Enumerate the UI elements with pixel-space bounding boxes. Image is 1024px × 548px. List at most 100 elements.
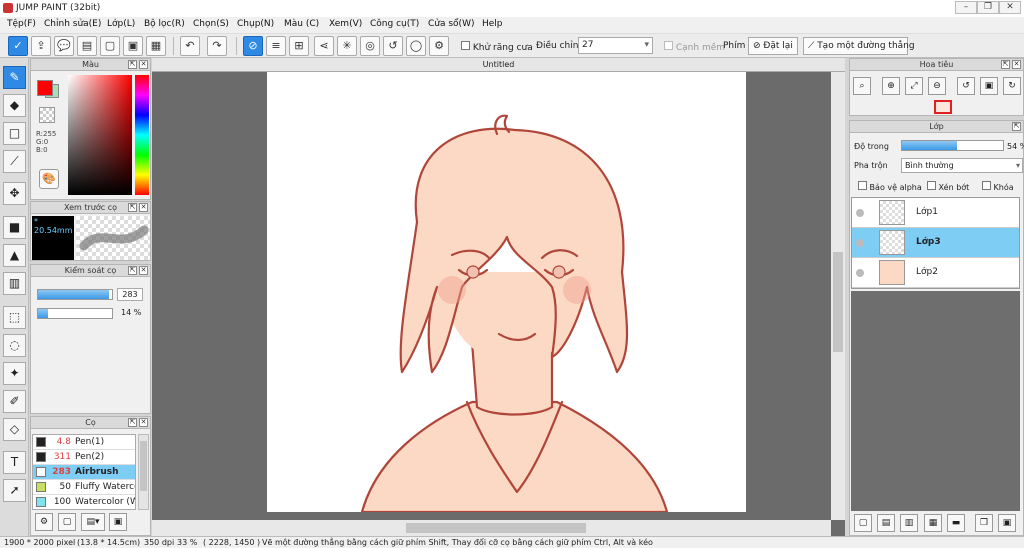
close-icon[interactable]: ✕ xyxy=(139,60,148,69)
float-icon[interactable]: ⇱ xyxy=(128,203,137,212)
transparent-color-swatch[interactable] xyxy=(39,107,55,123)
redo-icon[interactable]: ↷ xyxy=(207,36,227,56)
fill-rect-tool-icon[interactable]: ■ xyxy=(3,216,26,239)
scrollbar-thumb[interactable] xyxy=(833,252,843,352)
blend-mode-select[interactable]: Bình thường ▾ xyxy=(901,158,1023,173)
delete-layer-icon[interactable]: ▣ xyxy=(998,514,1016,532)
brush-item-fluffy-watercolor[interactable]: 50Fluffy Watercolor xyxy=(33,480,135,495)
close-icon[interactable]: ✕ xyxy=(139,418,148,427)
zoom-search-icon[interactable]: ⌕ xyxy=(853,77,871,95)
clip-checkbox[interactable] xyxy=(927,181,936,190)
close-icon[interactable]: ✕ xyxy=(1012,60,1021,69)
radial-ruler-icon[interactable]: ✳ xyxy=(337,36,357,56)
fit-screen-icon[interactable]: ⤢ xyxy=(905,77,923,95)
minimize-button[interactable]: – xyxy=(955,1,977,14)
gradient-tool-icon[interactable]: ▥ xyxy=(3,272,26,295)
check-icon[interactable]: ✓ xyxy=(8,36,28,56)
rectangle-tool-icon[interactable]: □ xyxy=(3,122,26,145)
perspective-ruler-icon[interactable]: ⋖ xyxy=(314,36,334,56)
new-brush-icon[interactable]: ▢ xyxy=(58,513,76,531)
correction-select[interactable]: 27 ▾ xyxy=(578,37,653,54)
navigator-viewport[interactable] xyxy=(934,100,952,114)
menu-select[interactable]: Chọn(S) xyxy=(193,19,229,29)
antialias-checkbox[interactable] xyxy=(461,41,470,50)
float-icon[interactable]: ⇱ xyxy=(128,266,137,275)
brush-menu-icon[interactable]: ▤▾ xyxy=(81,513,105,531)
eraser-tool-icon[interactable]: ◆ xyxy=(3,94,26,117)
rotate-right-icon[interactable]: ↻ xyxy=(1003,77,1021,95)
float-icon[interactable]: ⇱ xyxy=(1012,122,1021,131)
visibility-icon[interactable] xyxy=(856,239,864,247)
float-icon[interactable]: ⇱ xyxy=(1001,60,1010,69)
parallel-lines-icon[interactable]: ≡ xyxy=(266,36,286,56)
ellipse-ruler-icon[interactable]: ◯ xyxy=(406,36,426,56)
protect-alpha-checkbox[interactable] xyxy=(858,181,867,190)
document-tab[interactable]: Untitled xyxy=(152,58,845,72)
settings-icon[interactable]: ⚙ xyxy=(429,36,449,56)
brush-item-watercolor[interactable]: 100 Watercolor (W xyxy=(33,495,135,509)
brush-item-pen2[interactable]: 311 Pen(2) xyxy=(33,450,135,465)
magic-wand-tool-icon[interactable]: ✦ xyxy=(3,362,26,385)
primary-color-swatch[interactable] xyxy=(37,80,53,96)
lock-checkbox[interactable] xyxy=(982,181,991,190)
rotate-left-icon[interactable]: ↺ xyxy=(957,77,975,95)
select-pen-tool-icon[interactable]: ✐ xyxy=(3,390,26,413)
move-tool-icon[interactable]: ✥ xyxy=(3,182,26,205)
brush-size-input[interactable]: 283 xyxy=(117,288,143,301)
document-icon[interactable]: ▢ xyxy=(100,36,120,56)
share-icon[interactable]: ⇪ xyxy=(31,36,51,56)
menu-help[interactable]: Help xyxy=(482,19,503,29)
palette-icon[interactable]: 🎨 xyxy=(39,169,59,189)
scrollbar-thumb[interactable] xyxy=(406,523,586,533)
layer-item-lop2[interactable]: Lớp2 xyxy=(852,258,1019,288)
brush-size-slider[interactable] xyxy=(37,289,113,300)
brush-settings-icon[interactable]: ⚙ xyxy=(35,513,53,531)
maximize-button[interactable]: ❐ xyxy=(977,1,999,14)
visibility-icon[interactable] xyxy=(856,209,864,217)
rect-select-tool-icon[interactable]: ⬚ xyxy=(3,306,26,329)
menu-file[interactable]: Tệp(F) xyxy=(7,19,36,29)
canvas-vertical-scrollbar[interactable] xyxy=(831,72,845,520)
float-icon[interactable]: ⇱ xyxy=(128,60,137,69)
curve-ruler-icon[interactable]: ↺ xyxy=(383,36,403,56)
menu-layer[interactable]: Lớp(L) xyxy=(107,19,135,29)
menu-color[interactable]: Màu (C) xyxy=(284,19,319,29)
zoom-in-icon[interactable]: ⊕ xyxy=(882,77,900,95)
text-tool-icon[interactable]: T xyxy=(3,451,26,474)
saturation-value-picker[interactable] xyxy=(68,75,132,195)
menu-capture[interactable]: Chụp(N) xyxy=(237,19,274,29)
bucket-tool-icon[interactable]: ▲ xyxy=(3,244,26,267)
duplicate-layer-icon[interactable]: ❐ xyxy=(975,514,993,532)
menu-view[interactable]: Xem(V) xyxy=(329,19,362,29)
brush-item-airbrush[interactable]: 283 Airbrush xyxy=(33,465,135,480)
comment-icon[interactable]: ▤ xyxy=(77,36,97,56)
lasso-tool-icon[interactable]: ◌ xyxy=(3,334,26,357)
line-tool-icon[interactable]: ⟋ xyxy=(3,150,26,173)
visibility-icon[interactable] xyxy=(856,269,864,277)
brush-opacity-slider[interactable] xyxy=(37,308,113,319)
page-icon[interactable]: ▣ xyxy=(123,36,143,56)
menu-tools[interactable]: Công cụ(T) xyxy=(370,19,419,29)
folder-icon[interactable]: ▬ xyxy=(947,514,965,532)
drawing-canvas[interactable] xyxy=(267,72,746,512)
layer-item-lop3[interactable]: Lớp3 xyxy=(852,228,1019,258)
concentric-ruler-icon[interactable]: ◎ xyxy=(360,36,380,56)
close-button[interactable]: ✕ xyxy=(999,1,1021,14)
scrollbar-thumb[interactable] xyxy=(140,441,147,491)
operation-tool-icon[interactable]: ➚ xyxy=(3,479,26,502)
menu-filter[interactable]: Bộ lọc(R) xyxy=(144,19,185,29)
speech-bubble-icon[interactable]: 💬 xyxy=(54,36,74,56)
close-icon[interactable]: ✕ xyxy=(139,266,148,275)
reset-button[interactable]: ⊘ Đặt lại xyxy=(748,37,798,55)
soft-edge-checkbox[interactable] xyxy=(664,41,673,50)
canvas-horizontal-scrollbar[interactable] xyxy=(152,520,831,536)
reset-view-icon[interactable]: ▣ xyxy=(980,77,998,95)
grid-layout-icon[interactable]: ▦ xyxy=(146,36,166,56)
float-icon[interactable]: ⇱ xyxy=(128,418,137,427)
new-layer-icon[interactable]: ▢ xyxy=(854,514,872,532)
hue-slider[interactable] xyxy=(135,75,149,195)
ruler-off-icon[interactable]: ⊘ xyxy=(243,36,263,56)
brush-item-pen1[interactable]: 4.8 Pen(1) xyxy=(33,435,135,450)
layer-item-lop1[interactable]: Lớp1 xyxy=(852,198,1019,228)
select-eraser-tool-icon[interactable]: ◇ xyxy=(3,418,26,441)
